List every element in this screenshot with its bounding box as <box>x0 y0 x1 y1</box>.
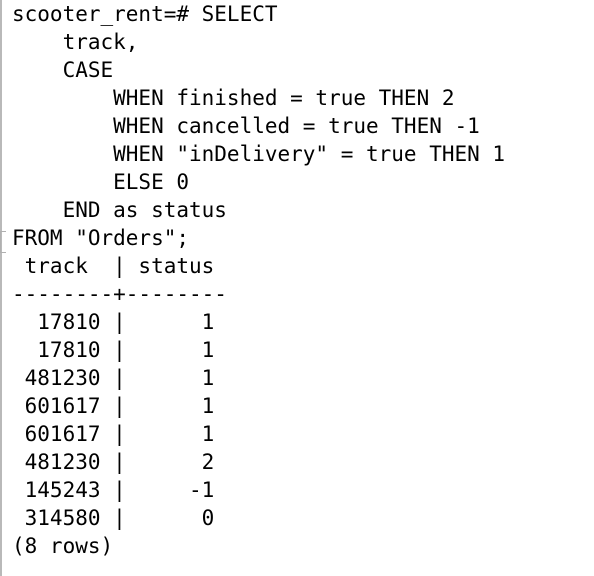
result-header: track | status <box>12 254 215 278</box>
row-count-footer: (8 rows) <box>12 534 114 558</box>
result-row: 17810 | 1 <box>12 338 215 362</box>
query-line: WHEN cancelled = true THEN -1 <box>12 114 480 138</box>
result-row: 145243 | -1 <box>12 478 215 502</box>
query-line: WHEN "inDelivery" = true THEN 1 <box>12 142 506 166</box>
query-line: END as status <box>12 198 227 222</box>
window-left-border <box>0 0 2 576</box>
result-row: 481230 | 1 <box>12 366 215 390</box>
query-line: FROM "Orders"; <box>12 226 190 250</box>
terminal-output[interactable]: scooter_rent=# SELECT track, CASE WHEN f… <box>12 0 505 560</box>
query-line: ELSE 0 <box>12 170 190 194</box>
query-line: WHEN finished = true THEN 2 <box>12 86 455 110</box>
prompt-line: scooter_rent=# SELECT <box>12 2 278 26</box>
query-line: CASE <box>12 58 114 82</box>
result-row: 601617 | 1 <box>12 422 215 446</box>
result-row: 601617 | 1 <box>12 394 215 418</box>
result-separator: --------+-------- <box>12 282 227 306</box>
terminal-window[interactable]: scooter_rent=# SELECT track, CASE WHEN f… <box>0 0 594 576</box>
query-line: track, <box>12 30 139 54</box>
result-row: 481230 | 2 <box>12 450 215 474</box>
result-row: 17810 | 1 <box>12 310 215 334</box>
result-row: 314580 | 0 <box>12 506 215 530</box>
selection-bracket-mark <box>0 231 6 253</box>
